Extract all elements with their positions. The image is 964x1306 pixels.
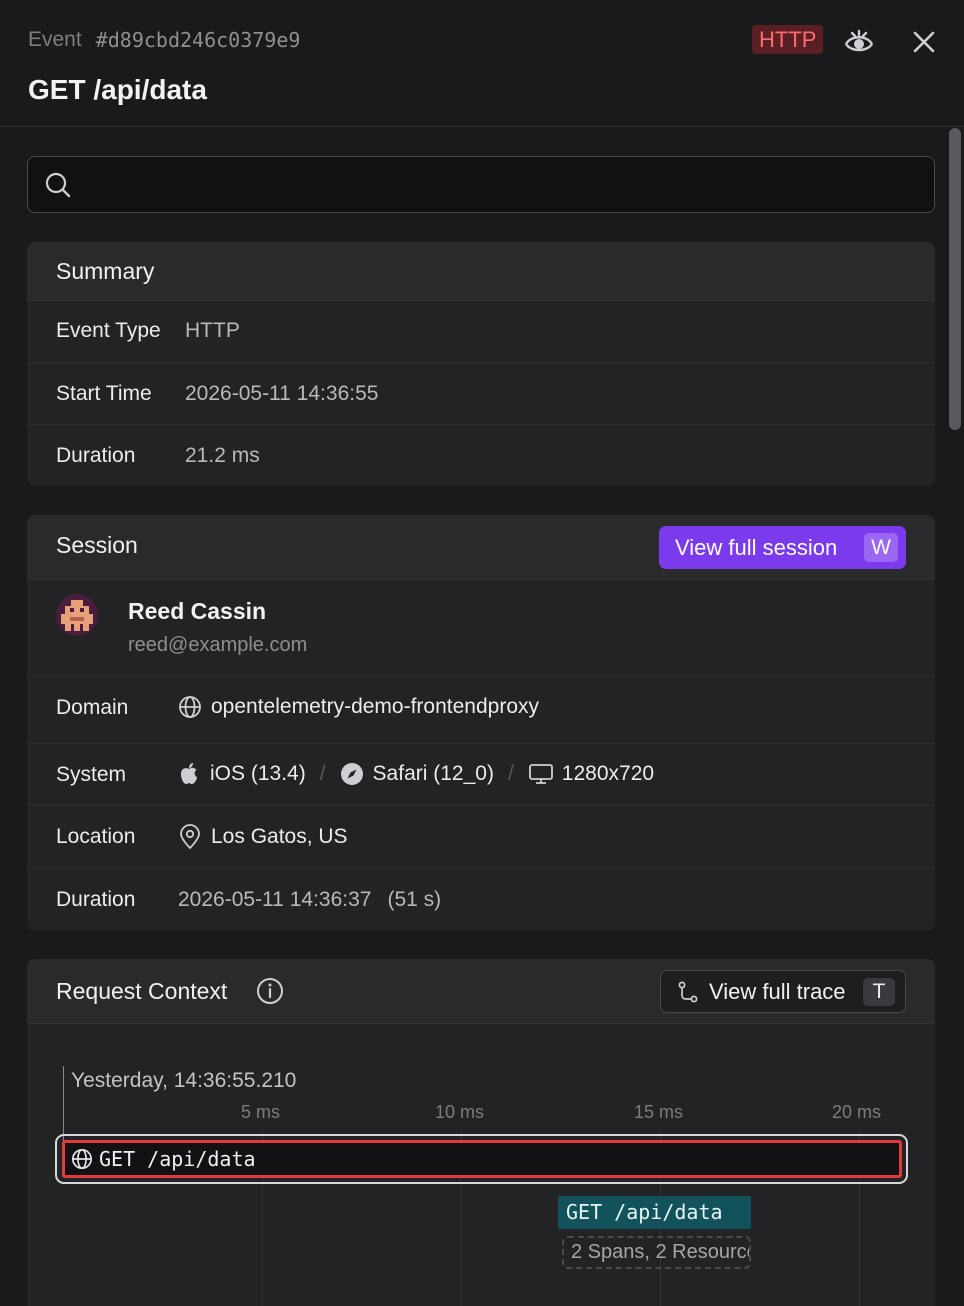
session-row-domain: Domain opentelemetry-demo-frontendproxy xyxy=(27,677,935,744)
button-label: View full trace xyxy=(709,978,846,1004)
summary-header: Summary xyxy=(27,242,935,301)
tick-label: 20 ms xyxy=(832,1102,882,1122)
shortcut-key: W xyxy=(864,533,898,562)
summary-row-event-type: Event Type HTTP xyxy=(27,301,935,363)
summary-card: Summary Event Type HTTP Start Time 2026-… xyxy=(27,242,935,486)
timeline-timestamp: Yesterday, 14:36:55.210 xyxy=(71,1069,297,1092)
shortcut-key: T xyxy=(863,978,895,1006)
row-value: 2026-05-11 14:36:55 xyxy=(185,382,379,405)
tick-label: 5 ms xyxy=(241,1102,281,1122)
search-input[interactable] xyxy=(90,157,920,212)
browser-value: Safari (12_0) xyxy=(372,762,494,785)
avatar[interactable] xyxy=(56,594,98,636)
event-type-badge: HTTP xyxy=(752,25,824,54)
child-span-bar[interactable]: GET /api/data xyxy=(558,1196,751,1229)
session-card: Session View full session W Reed Cassin … xyxy=(27,515,935,931)
row-label: Event Type xyxy=(56,319,161,342)
trace-icon xyxy=(678,981,698,1002)
row-label: System xyxy=(56,763,127,786)
globe-icon xyxy=(72,1149,92,1169)
separator: / xyxy=(319,762,326,785)
view-full-trace-button[interactable]: View full trace T xyxy=(660,970,906,1013)
row-label: Location xyxy=(56,825,136,848)
session-row-location: Location Los Gatos, US xyxy=(27,806,935,869)
row-label: Domain xyxy=(56,696,129,719)
row-label: Duration xyxy=(56,888,136,911)
row-value: 2026-05-11 14:36:37 (51 s) xyxy=(178,888,441,912)
trace-timeline: Yesterday, 14:36:55.210 5 ms 10 ms 15 ms… xyxy=(27,1024,935,1306)
monitor-icon xyxy=(528,764,553,784)
apple-icon xyxy=(181,763,197,784)
row-value: Los Gatos, US xyxy=(178,824,348,850)
event-header: Event #d89cbd246c0379e9 GET /api/data HT… xyxy=(0,0,964,127)
tick-label: 10 ms xyxy=(435,1102,485,1122)
span-method: GET xyxy=(99,1147,136,1171)
summary-row-duration: Duration 21.2 ms xyxy=(27,425,935,486)
watch-button[interactable] xyxy=(842,26,876,58)
request-context-header: Request Context View full trace T xyxy=(27,959,935,1024)
search-box[interactable] xyxy=(27,156,935,213)
row-label: Start Time xyxy=(56,382,152,405)
eye-icon xyxy=(844,29,874,52)
session-row-duration: Duration 2026-05-11 14:36:37 (51 s) xyxy=(27,869,935,931)
session-user-row: Reed Cassin reed@example.com xyxy=(27,580,935,677)
scrollbar-thumb[interactable] xyxy=(949,128,961,430)
session-header: Session View full session W xyxy=(27,515,935,580)
session-row-system: System iOS (13.4) / Safari (12_0) / 1280… xyxy=(27,744,935,806)
row-label: Duration xyxy=(56,444,136,467)
root-span-bar[interactable]: GET /api/data xyxy=(62,1140,902,1178)
button-label: View full session xyxy=(675,534,838,560)
os-value: iOS (13.4) xyxy=(210,762,306,785)
close-icon xyxy=(913,31,935,53)
domain-value: opentelemetry-demo-frontendproxy xyxy=(211,695,540,718)
globe-icon xyxy=(179,696,201,718)
info-icon[interactable] xyxy=(256,977,284,1005)
location-value: Los Gatos, US xyxy=(211,825,348,848)
scrollbar[interactable] xyxy=(948,128,962,1306)
span-path: /api/data xyxy=(147,1147,256,1171)
request-context-card: Request Context View full trace T Yester… xyxy=(27,959,935,1306)
location-pin-icon xyxy=(180,824,200,850)
summary-title: Summary xyxy=(56,258,155,284)
user-email: reed@example.com xyxy=(128,634,308,656)
row-value: 21.2 ms xyxy=(185,444,260,467)
user-name: Reed Cassin xyxy=(128,598,267,624)
summary-row-start-time: Start Time 2026-05-11 14:36:55 xyxy=(27,363,935,425)
safari-icon xyxy=(340,763,363,785)
view-full-session-button[interactable]: View full session W xyxy=(659,526,906,569)
event-label: Event xyxy=(28,28,82,51)
search-icon xyxy=(45,172,71,198)
separator: / xyxy=(507,762,514,785)
row-value: HTTP xyxy=(185,319,240,342)
session-length: (51 s) xyxy=(387,888,442,911)
root-span-label: GET /api/data xyxy=(99,1147,256,1171)
event-id[interactable]: #d89cbd246c0379e9 xyxy=(96,28,301,52)
row-value: iOS (13.4) / Safari (12_0) / 1280x720 xyxy=(178,762,654,786)
tick-label: 15 ms xyxy=(634,1102,684,1122)
page-title: GET /api/data xyxy=(28,74,207,105)
event-id-line: Event #d89cbd246c0379e9 xyxy=(28,28,300,52)
session-start: 2026-05-11 14:36:37 xyxy=(178,888,372,911)
session-title: Session xyxy=(56,532,138,558)
request-context-title: Request Context xyxy=(56,978,228,1004)
child-span-summary[interactable]: 2 Spans, 2 Resources xyxy=(562,1236,751,1269)
row-value: opentelemetry-demo-frontendproxy xyxy=(178,695,539,719)
close-button[interactable] xyxy=(908,26,940,58)
resolution-value: 1280x720 xyxy=(561,762,655,785)
